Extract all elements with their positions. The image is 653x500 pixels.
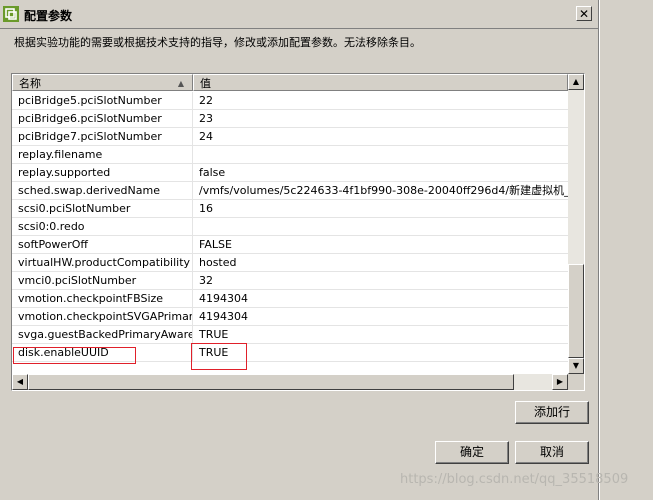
parameter-value-cell[interactable] <box>193 218 568 235</box>
parameter-name-cell[interactable]: vmotion.checkpointFBSize <box>12 290 193 307</box>
cancel-button[interactable]: 取消 <box>515 441 589 464</box>
table-row[interactable]: pciBridge5.pciSlotNumber 22 <box>12 92 568 110</box>
parameter-name-cell[interactable]: vmci0.pciSlotNumber <box>12 272 193 289</box>
vertical-scrollbar[interactable]: ▲ ▼ <box>568 74 584 374</box>
vertical-scroll-thumb[interactable] <box>568 264 584 358</box>
parameter-value-cell[interactable] <box>193 146 568 163</box>
parameter-value-cell[interactable]: 22 <box>193 92 568 109</box>
parameter-value-cell[interactable]: TRUE <box>193 344 568 361</box>
parameter-value-cell[interactable]: 24 <box>193 128 568 145</box>
parameter-value-cell[interactable]: TRUE <box>193 326 568 343</box>
parameter-name-cell[interactable]: pciBridge5.pciSlotNumber <box>12 92 193 109</box>
scroll-up-icon[interactable]: ▲ <box>568 74 584 90</box>
parameter-value-cell[interactable]: /vmfs/volumes/5c224633-4f1bf990-308e-200… <box>193 182 568 199</box>
column-header-value-label: 值 <box>200 77 211 90</box>
parameter-name-cell[interactable]: replay.filename <box>12 146 193 163</box>
config-parameters-dialog: 配置参数 ✕ 根据实验功能的需要或根据技术支持的指导，修改或添加配置参数。无法移… <box>0 0 599 500</box>
dialog-title: 配置参数 <box>24 9 73 23</box>
parameter-value-cell[interactable]: 4194304 <box>193 290 568 307</box>
scroll-down-icon[interactable]: ▼ <box>568 358 584 374</box>
sort-ascending-icon: ▲ <box>177 79 184 88</box>
parameter-name-cell[interactable]: sched.swap.derivedName <box>12 182 193 199</box>
parameter-value-cell[interactable]: 4194304 <box>193 308 568 325</box>
table-row[interactable]: vmci0.pciSlotNumber 32 <box>12 272 568 290</box>
parameter-name-cell[interactable]: scsi0.pciSlotNumber <box>12 200 193 217</box>
vmware-app-icon <box>3 6 19 22</box>
close-button[interactable]: ✕ <box>576 6 592 21</box>
highlight-box-name <box>13 347 136 364</box>
horizontal-scrollbar[interactable]: ◀ ▶ <box>12 374 568 390</box>
table-header: 名称 ▲ 值 <box>12 74 568 92</box>
scroll-right-icon[interactable]: ▶ <box>552 374 568 390</box>
table-row[interactable]: replay.supported false <box>12 164 568 182</box>
table-row[interactable]: scsi0:0.redo <box>12 218 568 236</box>
column-header-name-label: 名称 <box>19 77 41 90</box>
horizontal-scroll-thumb[interactable] <box>28 374 514 390</box>
table-row[interactable]: pciBridge6.pciSlotNumber 23 <box>12 110 568 128</box>
parameter-value-cell[interactable]: 32 <box>193 272 568 289</box>
title-bar: 配置参数 ✕ <box>0 0 598 29</box>
table-row[interactable]: replay.filename <box>12 146 568 164</box>
parameter-name-cell[interactable]: pciBridge7.pciSlotNumber <box>12 128 193 145</box>
table-row[interactable]: pciBridge7.pciSlotNumber 24 <box>12 128 568 146</box>
parameter-name-cell[interactable]: replay.supported <box>12 164 193 181</box>
parameter-name-cell[interactable]: virtualHW.productCompatibility <box>12 254 193 271</box>
parameter-value-cell[interactable]: FALSE <box>193 236 568 253</box>
column-header-value[interactable]: 值 <box>193 74 568 91</box>
table-row[interactable]: softPowerOff FALSE <box>12 236 568 254</box>
parameter-value-cell[interactable]: hosted <box>193 254 568 271</box>
parameters-table: 名称 ▲ 值 pciBridge5.pciSlotNumber 22 pciBrid… <box>11 73 585 391</box>
parameter-value-cell[interactable]: 23 <box>193 110 568 127</box>
parameter-name-cell[interactable]: scsi0:0.redo <box>12 218 193 235</box>
table-row[interactable]: vmotion.checkpointSVGAPrimar... 4194304 <box>12 308 568 326</box>
table-row[interactable]: svga.guestBackedPrimaryAware TRUE <box>12 326 568 344</box>
watermark: https://blog.csdn.net/qq_35518509 <box>400 472 629 487</box>
parameter-name-cell[interactable]: vmotion.checkpointSVGAPrimar... <box>12 308 193 325</box>
parameter-name-cell[interactable]: pciBridge6.pciSlotNumber <box>12 110 193 127</box>
scrollbar-corner <box>568 374 584 390</box>
add-row-button[interactable]: 添加行 <box>515 401 589 424</box>
instructions-text: 根据实验功能的需要或根据技术支持的指导，修改或添加配置参数。无法移除条目。 <box>14 36 421 49</box>
scroll-left-icon[interactable]: ◀ <box>12 374 28 390</box>
parameter-name-cell[interactable]: svga.guestBackedPrimaryAware <box>12 326 193 343</box>
table-row[interactable]: scsi0.pciSlotNumber 16 <box>12 200 568 218</box>
table-row[interactable]: vmotion.checkpointFBSize 4194304 <box>12 290 568 308</box>
parameter-value-cell[interactable]: 16 <box>193 200 568 217</box>
parameter-value-cell[interactable]: false <box>193 164 568 181</box>
background-window-edge <box>599 0 653 500</box>
table-row[interactable]: virtualHW.productCompatibility hosted <box>12 254 568 272</box>
table-row[interactable]: sched.swap.derivedName/vmfs/volumes/5c22… <box>12 182 568 200</box>
highlight-box-value <box>191 343 247 370</box>
parameter-name-cell[interactable]: softPowerOff <box>12 236 193 253</box>
ok-button[interactable]: 确定 <box>435 441 509 464</box>
column-header-name[interactable]: 名称 ▲ <box>12 74 193 91</box>
